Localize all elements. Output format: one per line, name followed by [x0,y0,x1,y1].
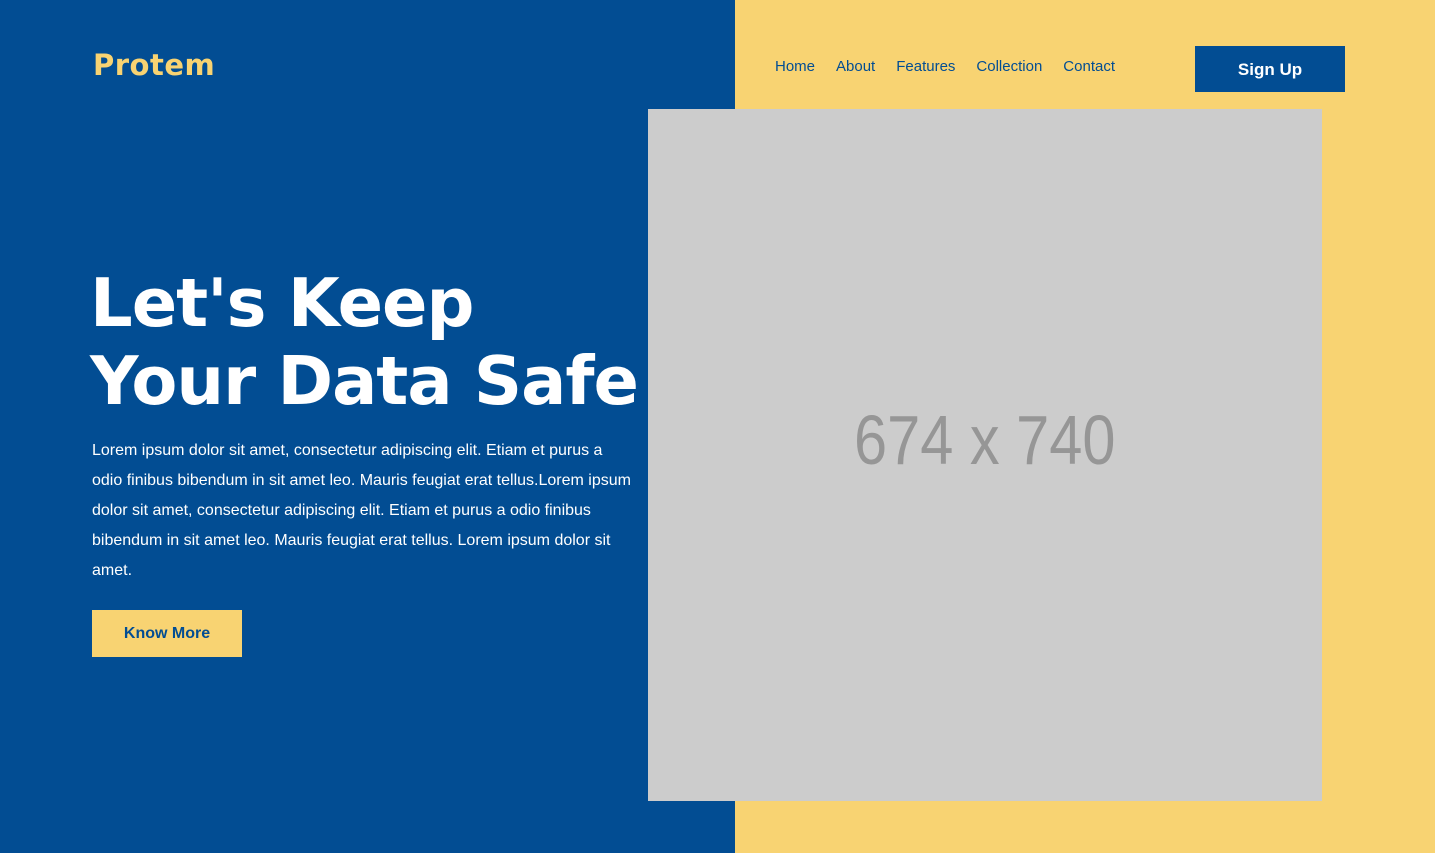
left-background-panel [0,0,735,853]
nav-item-contact[interactable]: Contact [1063,57,1115,77]
image-placeholder-label: 674 x 740 [854,401,1116,479]
sign-up-button[interactable]: Sign Up [1195,46,1345,92]
logo[interactable]: Protem [93,48,215,82]
nav-item-about[interactable]: About [836,57,875,77]
main-nav: Home About Features Collection Contact [775,57,1136,77]
hero-image-placeholder: 674 x 740 [648,109,1322,801]
know-more-button[interactable]: Know More [92,610,242,657]
nav-item-home[interactable]: Home [775,57,815,77]
nav-item-collection[interactable]: Collection [976,57,1042,77]
hero-title: Let's Keep Your Data Safe [90,264,639,420]
nav-item-features[interactable]: Features [896,57,955,77]
hero-description: Lorem ipsum dolor sit amet, consectetur … [92,442,631,579]
